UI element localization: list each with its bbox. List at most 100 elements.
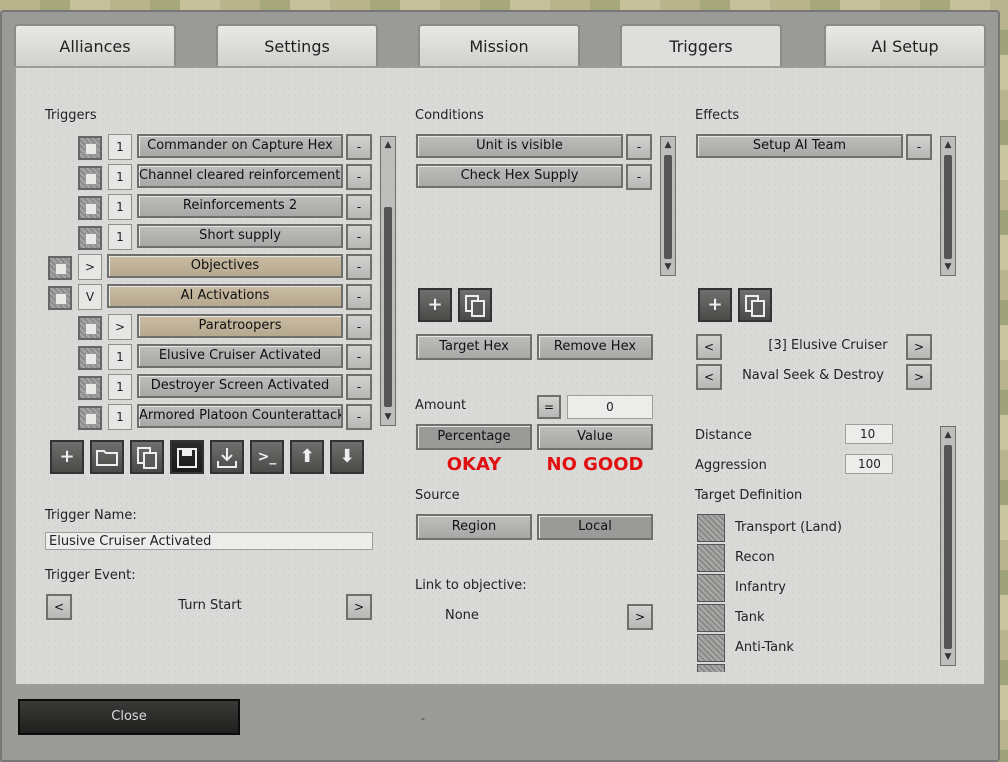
trigger-checkbox[interactable] [78, 196, 102, 220]
trigger-item[interactable]: Short supply [137, 224, 343, 248]
scroll-down-icon[interactable]: ▼ [942, 651, 954, 663]
trigger-remove-button[interactable]: - [346, 404, 372, 430]
scrollbar-thumb[interactable] [944, 445, 952, 649]
scroll-up-icon[interactable]: ▲ [382, 139, 394, 151]
trigger-order-field[interactable]: 1 [108, 134, 132, 160]
trigger-checkbox[interactable] [78, 136, 102, 160]
scroll-up-icon[interactable]: ▲ [942, 429, 954, 441]
trigger-order-field[interactable]: 1 [108, 194, 132, 220]
condition-remove-button[interactable]: - [626, 164, 652, 190]
trigger-item[interactable]: Elusive Cruiser Activated [137, 344, 343, 368]
value-button[interactable]: Value [537, 424, 653, 450]
link-objective-next-button[interactable]: > [627, 604, 653, 630]
trigger-item[interactable]: Paratroopers [137, 314, 343, 338]
arrow-up-icon[interactable]: ⬆ [290, 440, 324, 474]
copy-icon[interactable] [130, 440, 164, 474]
trigger-checkbox[interactable] [78, 346, 102, 370]
trigger-checkbox[interactable] [78, 406, 102, 430]
target-infantry-toggle[interactable] [697, 574, 725, 602]
target-next-toggle-partial[interactable] [697, 664, 725, 672]
trigger-item[interactable]: AI Activations [107, 284, 343, 308]
distance-input[interactable]: 10 [845, 424, 893, 444]
save-icon[interactable] [170, 440, 204, 474]
ai-team-next-button[interactable]: > [906, 334, 932, 360]
trigger-order-field[interactable]: 1 [108, 164, 132, 190]
trigger-order-field[interactable]: > [78, 254, 102, 280]
trigger-checkbox[interactable] [78, 316, 102, 340]
trigger-order-field[interactable]: > [108, 314, 132, 340]
trigger-event-prev-button[interactable]: < [46, 594, 72, 620]
amount-input[interactable]: 0 [567, 395, 653, 419]
trigger-remove-button[interactable]: - [346, 284, 372, 310]
trigger-item[interactable]: Commander on Capture Hex [137, 134, 343, 158]
tab-ai-setup[interactable]: AI Setup [824, 24, 986, 68]
scroll-up-icon[interactable]: ▲ [942, 139, 954, 151]
trigger-item[interactable]: Reinforcements 2 [137, 194, 343, 218]
close-button[interactable]: Close [18, 699, 240, 735]
condition-check-hex-supply[interactable]: Check Hex Supply [416, 164, 623, 188]
arrow-down-icon[interactable]: ⬇ [330, 440, 364, 474]
target-hex-button[interactable]: Target Hex [416, 334, 532, 360]
tab-triggers[interactable]: Triggers [620, 24, 782, 72]
add-condition-plus-icon[interactable]: + [418, 288, 452, 322]
copy-effect-icon[interactable] [738, 288, 772, 322]
trigger-event-next-button[interactable]: > [346, 594, 372, 620]
scrollbar-thumb[interactable] [664, 155, 672, 259]
folder-icon[interactable] [90, 440, 124, 474]
console-icon[interactable]: >_ [250, 440, 284, 474]
scroll-up-icon[interactable]: ▲ [662, 139, 674, 151]
trigger-order-field[interactable]: V [78, 284, 102, 310]
plus-icon[interactable]: + [50, 440, 84, 474]
trigger-remove-button[interactable]: - [346, 314, 372, 340]
trigger-remove-button[interactable]: - [346, 224, 372, 250]
condition-unit-visible[interactable]: Unit is visible [416, 134, 623, 158]
effect-remove-button[interactable]: - [906, 134, 932, 160]
trigger-order-field[interactable]: 1 [108, 344, 132, 370]
trigger-order-field[interactable]: 1 [108, 374, 132, 400]
percentage-button[interactable]: Percentage [416, 424, 532, 450]
target-recon-toggle[interactable] [697, 544, 725, 572]
tab-settings[interactable]: Settings [216, 24, 378, 68]
trigger-remove-button[interactable]: - [346, 164, 372, 190]
target-transport-land-toggle[interactable] [697, 514, 725, 542]
scroll-down-icon[interactable]: ▼ [382, 411, 394, 423]
effect-setup-ai-team[interactable]: Setup AI Team [696, 134, 903, 158]
target-tank-toggle[interactable] [697, 604, 725, 632]
trigger-remove-button[interactable]: - [346, 194, 372, 220]
condition-remove-button[interactable]: - [626, 134, 652, 160]
scrollbar-thumb[interactable] [384, 207, 392, 407]
scroll-down-icon[interactable]: ▼ [942, 261, 954, 273]
copy-condition-icon[interactable] [458, 288, 492, 322]
trigger-order-field[interactable]: 1 [108, 224, 132, 250]
trigger-item[interactable]: Armored Platoon Counterattack [137, 404, 343, 428]
remove-hex-button[interactable]: Remove Hex [537, 334, 653, 360]
trigger-checkbox[interactable] [78, 166, 102, 190]
trigger-remove-button[interactable]: - [346, 374, 372, 400]
import-icon[interactable] [210, 440, 244, 474]
conditions-scrollbar[interactable]: ▲ ▼ [660, 136, 676, 276]
add-effect-plus-icon[interactable]: + [698, 288, 732, 322]
trigger-checkbox[interactable] [48, 256, 72, 280]
trigger-checkbox[interactable] [78, 376, 102, 400]
trigger-remove-button[interactable]: - [346, 344, 372, 370]
trigger-order-field[interactable]: 1 [108, 404, 132, 430]
region-button[interactable]: Region [416, 514, 532, 540]
local-button[interactable]: Local [537, 514, 653, 540]
trigger-item[interactable]: Destroyer Screen Activated [137, 374, 343, 398]
trigger-name-input[interactable]: Elusive Cruiser Activated [45, 532, 373, 550]
target-anti-tank-toggle[interactable] [697, 634, 725, 662]
target-definition-scrollbar[interactable]: ▲ ▼ [940, 426, 956, 666]
scrollbar-thumb[interactable] [944, 155, 952, 259]
tab-alliances[interactable]: Alliances [14, 24, 176, 68]
trigger-list-scrollbar[interactable]: ▲ ▼ [380, 136, 396, 426]
aggression-input[interactable]: 100 [845, 454, 893, 474]
trigger-remove-button[interactable]: - [346, 134, 372, 160]
trigger-checkbox[interactable] [78, 226, 102, 250]
effects-scrollbar[interactable]: ▲ ▼ [940, 136, 956, 276]
ai-mode-next-button[interactable]: > [906, 364, 932, 390]
tab-mission[interactable]: Mission [418, 24, 580, 68]
trigger-checkbox[interactable] [48, 286, 72, 310]
trigger-item[interactable]: Channel cleared reinforcements [137, 164, 343, 188]
amount-operator-button[interactable]: = [537, 395, 561, 419]
trigger-remove-button[interactable]: - [346, 254, 372, 280]
